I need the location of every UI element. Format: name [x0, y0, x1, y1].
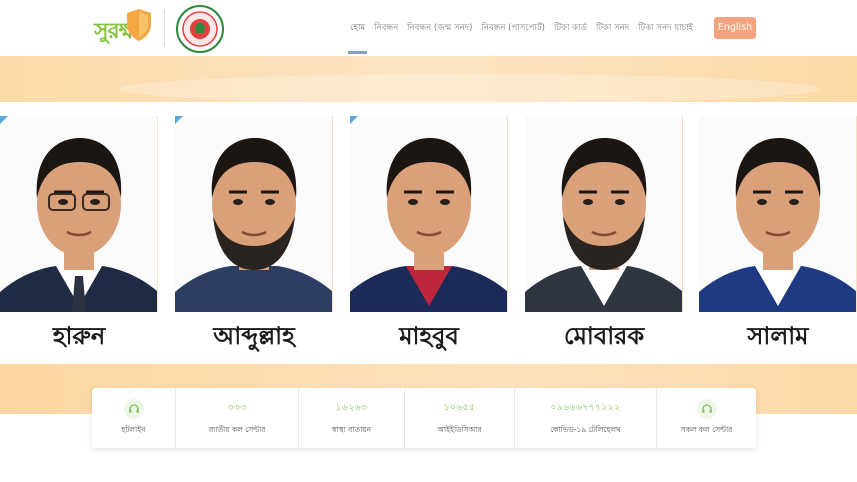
eye-shape [408, 199, 418, 205]
nav-item-vaccine-certificate[interactable]: টিকা সনদ [596, 0, 629, 56]
eye-shape [583, 199, 593, 205]
portrait-image [699, 116, 856, 312]
info-label: সকল কল সেন্টার [680, 425, 733, 434]
frame-corner-accent [0, 116, 8, 124]
nav-item-registration-birth-cert[interactable]: নিবন্ধন (জন্ম সনদ) [407, 0, 472, 56]
iedcr-cell[interactable]: ১০৬৫৫ আইইডিসিআর [405, 388, 515, 448]
portrait-image [175, 116, 332, 312]
person-name: হারুন [52, 321, 106, 350]
phone-number: ১৬২৬৩ [335, 402, 368, 413]
person-card: আব্দুল্লাহ [175, 116, 333, 350]
info-label: কোভিড-১৯ টেলিহেলথ [550, 424, 621, 434]
portrait-image [0, 116, 157, 312]
portrait-frame [175, 116, 333, 312]
portrait-frame [350, 116, 508, 312]
info-label: স্বাস্থ্য বাতায়ন [331, 424, 372, 434]
phone-number: ৩৩৩ [227, 402, 247, 413]
eye-shape [233, 199, 243, 205]
eye-shape [615, 199, 625, 205]
info-label: জাতীয় কল সেন্টার [208, 424, 266, 434]
photo-strip: হারুন আব্দুল্লাহ মাহবুব মোবারক সালাম [0, 102, 857, 364]
logo-divider [164, 10, 165, 46]
band-swoosh [120, 74, 820, 104]
headset-icon [123, 399, 144, 419]
covid-telehealth-cell[interactable]: ০৯৬৬৬৭৭৭২২২ কোভিড-১৯ টেলিহেলথ [515, 388, 657, 448]
nav-item-verify-certificate[interactable]: টিকা সনদ যাচাই [638, 0, 693, 56]
info-label: আইইডিসিআর [437, 424, 482, 434]
eye-shape [789, 199, 799, 205]
phone-number: ০৯৬৬৬৭৭৭২২২ [550, 402, 621, 413]
eye-shape [58, 199, 68, 205]
hotline-bar: হটলাইন ৩৩৩ জাতীয় কল সেন্টার ১৬২৬৩ স্বাস… [92, 388, 756, 448]
portrait-frame [0, 116, 158, 312]
phone-number: ১০৬৫৫ [443, 402, 476, 413]
hotline-cell[interactable]: হটলাইন [92, 388, 176, 448]
portrait-image [525, 116, 682, 312]
portrait-image [350, 116, 507, 312]
frame-corner-accent [350, 116, 358, 124]
person-name: মাহবুব [399, 321, 459, 350]
info-label: হটলাইন [121, 425, 146, 434]
person-name: সালাম [747, 321, 809, 350]
top-navbar: সুরক্ষা হোম নিবন্ধন নিবন্ধন (জন্ম সনদ) ন… [0, 0, 857, 56]
portrait-frame [699, 116, 857, 312]
government-seal-icon[interactable] [176, 5, 224, 53]
all-call-centers-cell[interactable]: সকল কল সেন্টার [657, 388, 756, 448]
shield-icon [127, 9, 151, 41]
person-card: মাহবুব [350, 116, 508, 350]
nav-item-registration-passport[interactable]: নিবন্ধন (পাসপোর্ট) [481, 0, 545, 56]
headset-icon [696, 399, 717, 419]
nav-item-vaccine-card[interactable]: টিকা কার্ড [554, 0, 587, 56]
eye-shape [265, 199, 275, 205]
main-nav: হোম নিবন্ধন নিবন্ধন (জন্ম সনদ) নিবন্ধন (… [347, 0, 702, 56]
health-portal-cell[interactable]: ১৬২৬৩ স্বাস্থ্য বাতায়ন [299, 388, 405, 448]
person-card: সালাম [699, 116, 857, 350]
surokkha-logo[interactable]: সুরক্ষা [94, 6, 154, 50]
eye-shape [440, 199, 450, 205]
person-name: আব্দুল্লাহ [213, 321, 295, 350]
national-call-center-cell[interactable]: ৩৩৩ জাতীয় কল সেন্টার [176, 388, 299, 448]
eye-shape [757, 199, 767, 205]
page: সুরক্ষা হোম নিবন্ধন নিবন্ধন (জন্ম সনদ) ন… [0, 0, 857, 482]
frame-corner-accent [175, 116, 183, 124]
person-card: মোবারক [525, 116, 683, 350]
nav-item-registration[interactable]: নিবন্ধন [374, 0, 398, 56]
nav-item-home[interactable]: হোম [347, 0, 368, 56]
eye-shape [90, 199, 100, 205]
person-name: মোবারক [563, 321, 645, 350]
english-language-button[interactable]: English [714, 17, 756, 39]
portrait-frame [525, 116, 683, 312]
person-card: হারুন [0, 116, 158, 350]
hero-band-top [0, 56, 857, 104]
